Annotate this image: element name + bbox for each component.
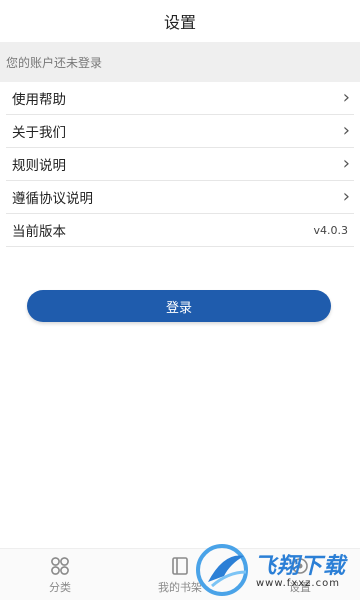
tab-label: 分类 (49, 580, 71, 594)
login-button[interactable]: 登录 (27, 290, 331, 322)
tab-settings[interactable]: 设置 (240, 549, 360, 600)
menu-item-label: 遵循协议说明 (12, 191, 93, 207)
menu-item-label: 规则说明 (12, 158, 66, 174)
page-title-text: 设置 (163, 13, 196, 32)
settings-menu: 使用帮助 › 关于我们 › 规则说明 › 遵循协议说明 › 当前版本 v4.0.… (0, 82, 360, 247)
tab-category[interactable]: 分类 (0, 549, 120, 600)
settings-screen: 设置 您的账户还未登录 使用帮助 › 关于我们 › 规则说明 › 遵循协议说明 … (0, 0, 360, 600)
version-value: v4.0.3 (313, 223, 349, 237)
bookshelf-icon (172, 556, 188, 575)
chevron-right-icon: › (342, 120, 350, 141)
login-status-text: 您的账户还未登录 (6, 55, 103, 70)
tab-label: 设置 (289, 580, 311, 594)
menu-item-version: 当前版本 v4.0.3 (6, 214, 354, 247)
grid-icon (51, 556, 69, 575)
settings-icon (292, 557, 308, 574)
chevron-right-icon: › (342, 87, 350, 108)
menu-item-agreement[interactable]: 遵循协议说明 › (6, 181, 354, 214)
menu-item-label: 使用帮助 (12, 92, 66, 108)
tab-label: 我的书架 (158, 580, 202, 594)
login-status-banner: 您的账户还未登录 (0, 42, 360, 82)
menu-item-help[interactable]: 使用帮助 › (6, 82, 354, 115)
menu-item-about-us[interactable]: 关于我们 › (6, 115, 354, 148)
menu-item-label: 关于我们 (12, 125, 66, 141)
tab-bookshelf[interactable]: 我的书架 (120, 549, 240, 600)
bottom-tab-bar: 分类 我的书架 设置 (0, 548, 360, 600)
page-title: 设置 (0, 0, 360, 42)
version-label: 当前版本 (12, 224, 66, 240)
login-button-label: 登录 (165, 300, 192, 316)
chevron-right-icon: › (342, 186, 350, 207)
menu-item-rules[interactable]: 规则说明 › (6, 148, 354, 181)
chevron-right-icon: › (342, 153, 350, 174)
